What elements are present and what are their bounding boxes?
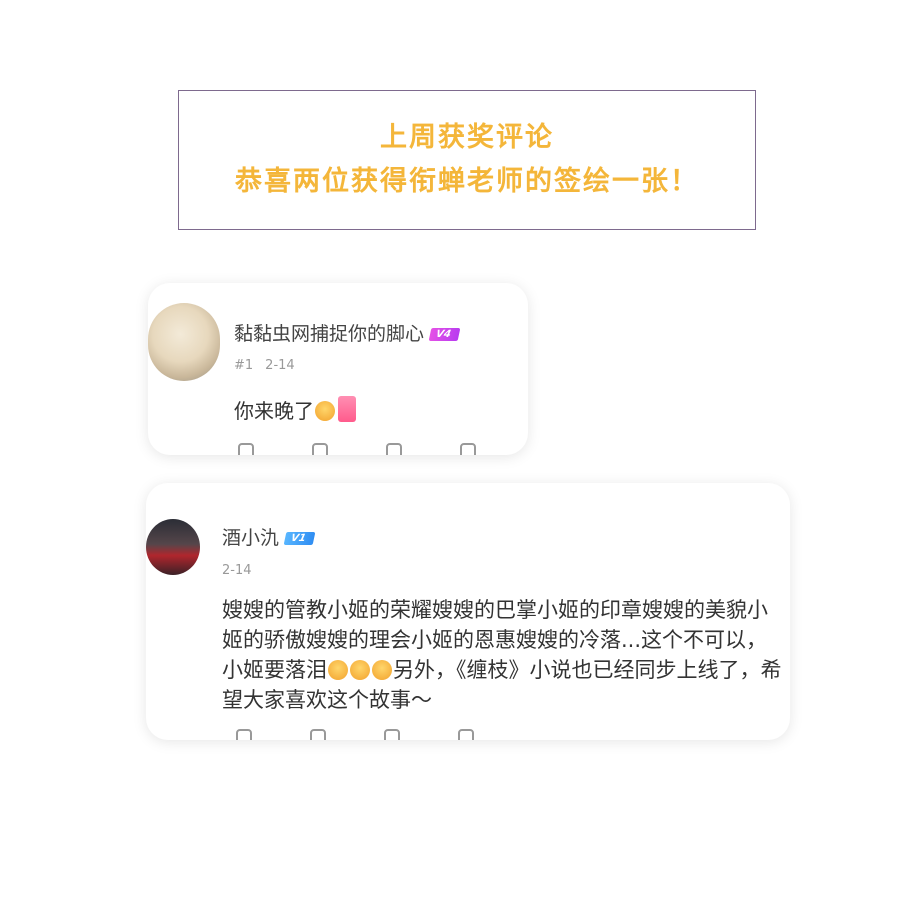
avatar[interactable] xyxy=(146,519,200,575)
comment-card: 酒小氿 V1 2-14 嫂嫂的管教小姬的荣耀嫂嫂的巴掌小姬的印章嫂嫂的美貌小姬的骄… xyxy=(146,483,790,740)
comment-username[interactable]: 酒小氿 V1 xyxy=(222,523,316,550)
username-text[interactable]: 黏黏虫网捕捉你的脚心 xyxy=(234,323,424,345)
username-text[interactable]: 酒小氿 xyxy=(222,527,279,549)
crying-face-emoji xyxy=(315,401,335,421)
comment-username[interactable]: 黏黏虫网捕捉你的脚心 V4 xyxy=(234,319,461,346)
share-icon[interactable] xyxy=(386,443,402,455)
comment-text: 嫂嫂的管教小姬的荣耀嫂嫂的巴掌小姬的印章嫂嫂的美貌小姬的骄傲嫂嫂的理会小姬的恩惠… xyxy=(222,595,782,715)
level-badge: V1 xyxy=(283,532,316,545)
comment-meta: #1 2-14 xyxy=(234,358,295,373)
more-icon[interactable] xyxy=(460,443,476,455)
comment-text: 你来晚了 xyxy=(234,395,356,424)
level-badge: V4 xyxy=(428,328,461,341)
comment-date: 2-14 xyxy=(265,358,295,373)
comment-actions xyxy=(236,729,474,740)
reply-icon[interactable] xyxy=(310,729,326,740)
comment-card: 黏黏虫网捕捉你的脚心 V4 #1 2-14 你来晚了 xyxy=(148,283,528,455)
reply-icon[interactable] xyxy=(312,443,328,455)
avatar[interactable] xyxy=(148,303,220,381)
like-icon[interactable] xyxy=(238,443,254,455)
crying-face-emoji xyxy=(372,660,392,680)
comment-text-content: 你来晚了 xyxy=(234,399,314,423)
sticker-emoji xyxy=(338,396,356,422)
share-icon[interactable] xyxy=(384,729,400,740)
award-banner: 上周获奖评论 恭喜两位获得衔蝉老师的签绘一张！ xyxy=(178,90,756,230)
floor-number: #1 xyxy=(234,358,254,373)
comment-date: 2-14 xyxy=(222,563,252,578)
banner-subtitle: 恭喜两位获得衔蝉老师的签绘一张！ xyxy=(235,166,699,197)
like-icon[interactable] xyxy=(236,729,252,740)
crying-face-emoji xyxy=(350,660,370,680)
banner-title: 上周获奖评论 xyxy=(380,122,554,153)
comment-actions xyxy=(238,443,476,455)
crying-face-emoji xyxy=(328,660,348,680)
more-icon[interactable] xyxy=(458,729,474,740)
